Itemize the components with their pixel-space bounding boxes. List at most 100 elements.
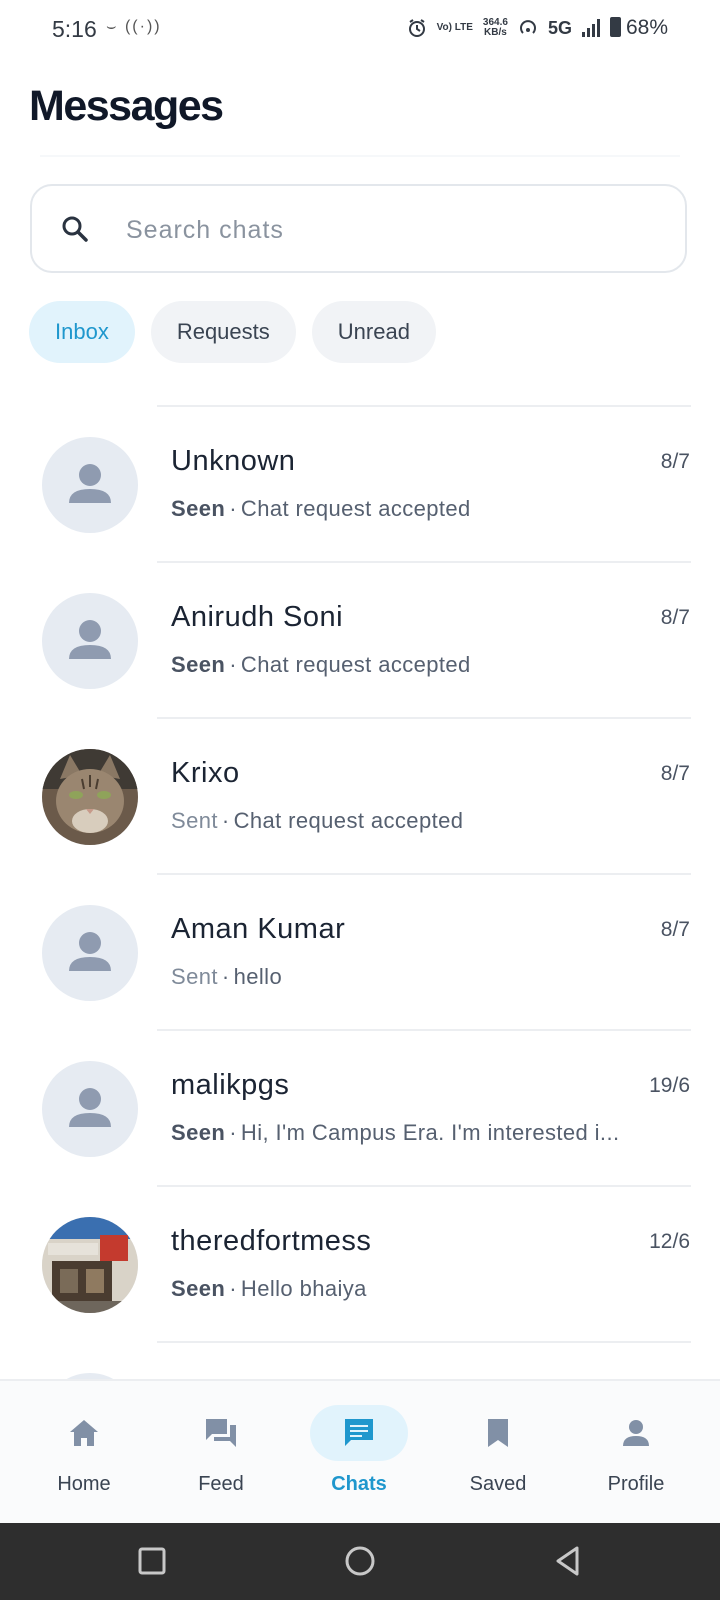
nav-label: Saved xyxy=(469,1473,527,1495)
row-divider xyxy=(157,1341,691,1343)
tab-unread[interactable]: Unread xyxy=(311,301,436,363)
cat-photo xyxy=(42,749,138,845)
nav-chats[interactable]: Chats xyxy=(299,1405,419,1505)
chat-preview: Hi, I'm Campus Era. I'm interested i... xyxy=(240,1120,620,1145)
row-divider xyxy=(157,1185,691,1187)
chat-bubble-icon xyxy=(345,1419,373,1446)
chat-name: Aman Kumar xyxy=(171,913,346,945)
avatar[interactable] xyxy=(42,437,138,533)
bookmark-icon xyxy=(488,1419,508,1447)
alarm-icon xyxy=(408,19,425,37)
chat-name: Anirudh Soni xyxy=(171,601,344,633)
chat-preview: hello xyxy=(233,964,283,989)
chat-date: 19/6 xyxy=(649,1074,690,1097)
chat-date: 12/6 xyxy=(649,1230,690,1253)
storefront-photo xyxy=(42,1217,138,1313)
tab-requests[interactable]: Requests xyxy=(150,301,296,363)
back-icon[interactable] xyxy=(550,1543,586,1579)
separator-dot: · xyxy=(229,1276,237,1301)
chat-row-krixo[interactable]: Krixo 8/7 Sent · Chat request accepted xyxy=(0,717,720,873)
battery-indicator: 68% xyxy=(609,16,668,40)
network-speed-unit: KB/s xyxy=(484,27,507,38)
separator-dot: · xyxy=(229,1120,237,1145)
separator-dot: · xyxy=(221,808,230,833)
nav-label: Feed xyxy=(198,1473,244,1495)
row-divider xyxy=(157,561,691,563)
network-speed: 364.6 KB/s xyxy=(483,18,508,38)
search-input[interactable] xyxy=(124,206,648,254)
chat-name: Krixo xyxy=(171,757,240,789)
chat-preview: Hello bhaiya xyxy=(240,1276,367,1301)
chat-preview-line: Seen · Hello bhaiya xyxy=(171,1276,691,1302)
chat-bubbles-icon xyxy=(206,1419,236,1447)
separator-dot: · xyxy=(229,496,237,521)
chat-status: Seen xyxy=(171,496,226,521)
person-placeholder-icon xyxy=(69,1088,111,1127)
chat-name: malikpgs xyxy=(171,1069,290,1101)
chat-preview: Chat request accepted xyxy=(233,808,464,833)
row-divider xyxy=(157,717,691,719)
avatar[interactable] xyxy=(42,593,138,689)
chat-status: Seen xyxy=(171,1120,226,1145)
chat-date: 8/7 xyxy=(660,762,690,785)
row-divider xyxy=(157,405,691,407)
volte-indicator: Vo) LTE xyxy=(436,22,473,33)
chat-preview-line: Seen · Chat request accepted xyxy=(171,496,691,522)
avatar[interactable] xyxy=(42,1061,138,1157)
chat-preview-line: Seen · Hi, I'm Campus Era. I'm interested … xyxy=(171,1120,691,1146)
chat-name: theredfortmess xyxy=(171,1225,372,1257)
chat-row-partial[interactable] xyxy=(0,1341,720,1379)
network-type: 5G xyxy=(547,17,572,38)
nav-label: Chats xyxy=(331,1473,387,1495)
tab-inbox[interactable]: Inbox xyxy=(29,301,135,363)
separator-dot: · xyxy=(229,652,237,677)
battery-level: 68% xyxy=(625,16,668,39)
row-divider xyxy=(157,873,691,875)
chat-preview-line: Seen · Chat request accepted xyxy=(171,652,691,678)
avatar[interactable] xyxy=(42,1217,138,1313)
person-icon xyxy=(623,1420,649,1446)
signal-icon xyxy=(581,19,600,37)
recents-icon[interactable] xyxy=(134,1543,170,1579)
nav-feed[interactable]: Feed xyxy=(161,1405,281,1505)
home-icon xyxy=(70,1420,98,1446)
chat-date: 8/7 xyxy=(660,606,690,629)
nav-home[interactable]: Home xyxy=(24,1405,144,1505)
avatar[interactable] xyxy=(42,905,138,1001)
chat-row-unknown[interactable]: Unknown 8/7 Seen · Chat request accepted xyxy=(0,405,720,561)
chat-name: Unknown xyxy=(171,445,296,477)
page-title: Messages xyxy=(29,82,224,130)
person-placeholder-icon xyxy=(69,932,111,971)
nav-saved[interactable]: Saved xyxy=(438,1405,558,1505)
chat-status: Sent xyxy=(171,808,218,833)
nav-label: Home xyxy=(57,1473,111,1495)
person-placeholder-icon xyxy=(69,464,111,503)
chat-row-anirudh-soni[interactable]: Anirudh Soni 8/7 Seen · Chat request accep… xyxy=(0,561,720,717)
status-right-icons: Vo) LTE 364.6 KB/s 5G 68% xyxy=(407,16,668,40)
person-placeholder-icon xyxy=(69,620,111,659)
search-bar[interactable] xyxy=(30,184,687,273)
status-bar: 5:16 ⌣ ((·)) Vo) LTE 364.6 KB/s 5G 68% xyxy=(0,0,720,60)
home-circle-icon[interactable] xyxy=(342,1543,378,1579)
status-left-icons: ⌣ ((·)) xyxy=(106,18,162,35)
status-time: 5:16 xyxy=(52,16,97,42)
search-icon xyxy=(62,216,88,242)
battery-icon xyxy=(609,17,621,37)
avatar[interactable] xyxy=(42,749,138,845)
chat-row-theredfortmess[interactable]: theredfortmess 12/6 Seen · Hello bhaiya xyxy=(0,1185,720,1341)
bottom-navigation: Home Feed Chats Saved Profile xyxy=(0,1379,720,1525)
system-navigation-bar xyxy=(0,1523,720,1600)
chat-row-malikpgs[interactable]: malikpgs 19/6 Seen · Hi, I'm Campus Era. I… xyxy=(0,1029,720,1185)
chat-status: Seen xyxy=(171,652,226,677)
chat-list[interactable]: Unknown 8/7 Seen · Chat request accepted A… xyxy=(0,405,720,1379)
chat-preview: Chat request accepted xyxy=(240,496,471,521)
filter-tabs: Inbox Requests Unread xyxy=(29,301,436,363)
nav-profile[interactable]: Profile xyxy=(576,1405,696,1505)
chat-date: 8/7 xyxy=(660,450,690,473)
header-divider xyxy=(40,155,680,157)
row-divider xyxy=(157,1029,691,1031)
chat-row-aman-kumar[interactable]: Aman Kumar 8/7 Sent · hello xyxy=(0,873,720,1029)
chat-preview: Chat request accepted xyxy=(240,652,471,677)
hotspot-icon xyxy=(520,20,536,34)
nav-label: Profile xyxy=(607,1473,665,1495)
